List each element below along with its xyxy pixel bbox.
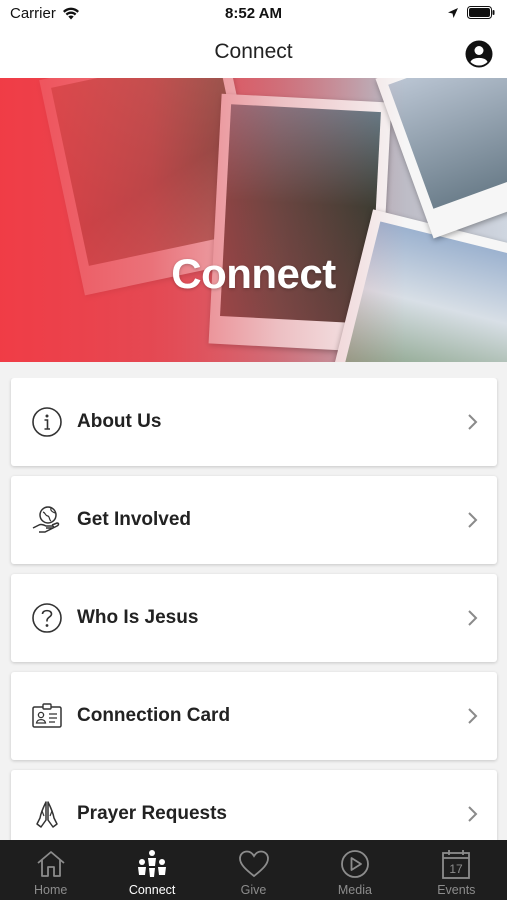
question-icon	[32, 603, 62, 633]
location-arrow-icon	[448, 7, 458, 18]
connect-menu: About Us Get Involved Who Is Jesus Conne…	[0, 378, 507, 840]
status-time: 8:52 AM	[225, 5, 282, 22]
id-card-icon	[32, 703, 62, 728]
chevron-right-icon	[468, 708, 478, 724]
profile-icon[interactable]	[465, 40, 493, 68]
tab-label: Home	[34, 883, 68, 897]
home-icon	[37, 851, 65, 877]
menu-item-about-us[interactable]: About Us	[11, 378, 497, 466]
menu-item-label: Get Involved	[77, 509, 192, 530]
menu-item-label: About Us	[77, 411, 162, 432]
menu-item-label: Who Is Jesus	[77, 607, 199, 628]
people-icon	[138, 850, 167, 877]
navigation-bar: Connect	[0, 28, 507, 78]
tab-connect[interactable]: Connect	[101, 840, 202, 900]
tab-label: Events	[437, 883, 476, 897]
calendar-icon: 17	[442, 850, 471, 879]
play-icon	[341, 850, 369, 878]
status-bar: Carrier 8:52 AM	[0, 0, 507, 28]
praying-hands-icon	[36, 801, 58, 828]
chevron-right-icon	[468, 512, 478, 528]
hand-globe-icon	[32, 506, 60, 533]
hero-gradient-overlay	[0, 78, 507, 362]
tab-give[interactable]: Give	[203, 840, 304, 900]
hero-title: Connect	[171, 250, 336, 297]
menu-item-connection-card[interactable]: Connection Card	[11, 672, 497, 760]
menu-item-label: Prayer Requests	[77, 803, 227, 824]
chevron-right-icon	[468, 414, 478, 430]
tab-label: Connect	[128, 883, 176, 897]
hero-banner: Connect	[0, 78, 507, 362]
calendar-day: 17	[450, 862, 464, 876]
menu-item-get-involved[interactable]: Get Involved	[11, 476, 497, 564]
menu-item-who-is-jesus[interactable]: Who Is Jesus	[11, 574, 497, 662]
chevron-right-icon	[468, 610, 478, 626]
chevron-right-icon	[468, 806, 478, 822]
tab-label: Media	[337, 883, 372, 897]
tab-media[interactable]: Media	[304, 840, 405, 900]
tab-label: Give	[240, 883, 267, 897]
page-title: Connect	[214, 40, 293, 63]
heart-icon	[238, 850, 269, 878]
tab-home[interactable]: Home	[0, 840, 101, 900]
menu-item-prayer-requests[interactable]: Prayer Requests	[11, 770, 497, 840]
battery-icon	[467, 6, 495, 19]
menu-item-label: Connection Card	[77, 705, 231, 726]
info-icon	[32, 407, 62, 437]
tab-events[interactable]: 17 Events	[406, 840, 507, 900]
tab-bar: Home Connect Give Media 17 Events	[0, 840, 507, 900]
